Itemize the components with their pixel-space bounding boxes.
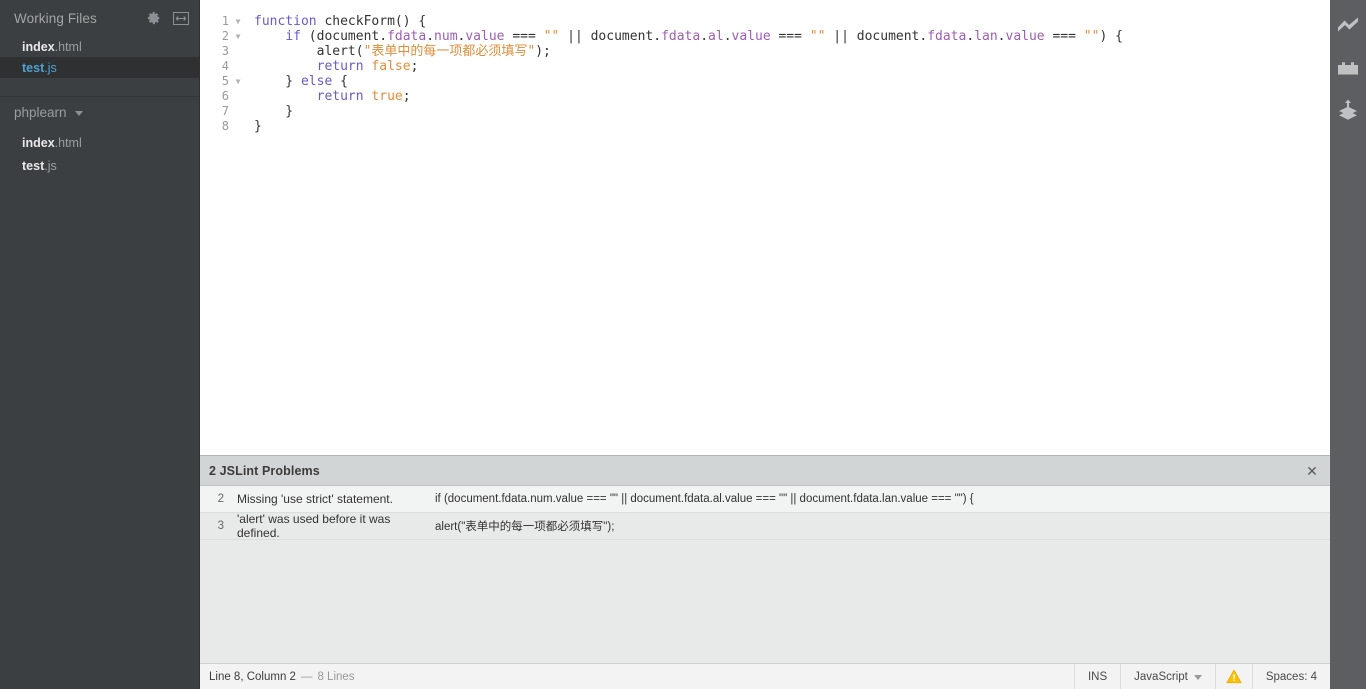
code-text: return true; xyxy=(316,89,411,104)
problem-source-snippet: if (document.fdata.num.value === "" || d… xyxy=(435,493,974,505)
right-toolbar xyxy=(1330,0,1366,689)
language-label: JavaScript xyxy=(1134,670,1188,683)
line-number: 5 ▼ xyxy=(200,74,246,89)
working-file-test-js[interactable]: test .js xyxy=(0,57,199,78)
deploy-upload-icon[interactable] xyxy=(1335,96,1361,122)
code-text: } xyxy=(254,104,294,119)
line-number: 8▼ xyxy=(200,119,246,134)
jslint-title: 2 JSLint Problems xyxy=(209,463,320,478)
line-number: 4▼ xyxy=(200,59,246,74)
code-fold-placeholder: ▼ xyxy=(232,63,244,71)
code-fold-arrow-icon[interactable]: ▼ xyxy=(232,17,244,26)
code-fold-placeholder: ▼ xyxy=(232,108,244,116)
code-line[interactable]: 3▼ alert("表单中的每一项都必须填写"); xyxy=(200,44,1330,59)
problem-line-number: 3 xyxy=(217,520,224,532)
line-number: 2 ▼ xyxy=(200,29,246,44)
code-fold-placeholder: ▼ xyxy=(232,123,244,131)
code-fold-placeholder: ▼ xyxy=(232,93,244,101)
code-text: return false; xyxy=(316,59,419,74)
code-line[interactable]: 8▼} xyxy=(200,119,1330,134)
code-text: if (document.fdata.num.value === "" || d… xyxy=(285,29,1123,44)
language-selector[interactable]: JavaScript xyxy=(1120,663,1215,689)
file-extension: .html xyxy=(54,135,82,150)
insert-mode-label: INS xyxy=(1087,670,1108,683)
project-root-header[interactable]: phplearn xyxy=(0,97,199,127)
code-text: function checkForm() { xyxy=(254,14,427,29)
live-preview-icon[interactable] xyxy=(1335,12,1361,38)
problem-message: 'alert' was used before it was defined. xyxy=(237,512,391,540)
tree-item-index-html[interactable]: index .html xyxy=(0,131,199,154)
line-number: 1 ▼ xyxy=(200,14,246,29)
status-dash: — xyxy=(300,670,313,683)
split-view-icon[interactable] xyxy=(173,10,189,26)
jslint-panel: 2 JSLint Problems ✕ 2 Missing 'use strict… xyxy=(200,455,1330,663)
code-fold-arrow-icon[interactable]: ▼ xyxy=(232,32,244,41)
indent-setting[interactable]: Spaces: 4 xyxy=(1251,663,1330,689)
code-line[interactable]: 6▼ return true; xyxy=(200,89,1330,104)
gear-icon[interactable] xyxy=(146,10,162,26)
warning-indicator[interactable] xyxy=(1214,663,1252,689)
indent-label: Spaces: 4 xyxy=(1265,670,1317,683)
brackets-editor-window: Working Files index .html test .js phple… xyxy=(0,0,1366,689)
project-name: phplearn xyxy=(14,104,67,120)
file-extension: .js xyxy=(44,158,57,173)
problem-source-snippet: alert("表单中的每一项都必须填写"); xyxy=(435,521,615,533)
jslint-problem-row[interactable]: 3 'alert' was used before it was defined.… xyxy=(200,512,1330,540)
code-line[interactable]: 7▼ } xyxy=(200,104,1330,119)
working-files-list: index .html test .js xyxy=(0,36,199,78)
code-text: } xyxy=(254,119,262,134)
insert-mode-toggle[interactable]: INS xyxy=(1073,663,1120,689)
tree-item-test-js[interactable]: test .js xyxy=(0,154,199,177)
cursor-position: Line 8, Column 2 xyxy=(209,670,296,683)
code-fold-placeholder: ▼ xyxy=(232,48,244,56)
working-files-spacer xyxy=(0,78,199,96)
status-cursor-group: Line 8, Column 2 — 8 Lines xyxy=(200,671,355,683)
jslint-toolbar: 2 JSLint Problems ✕ xyxy=(200,456,1330,486)
code-editor[interactable]: 1 ▼ function checkForm() {2 ▼ if (document.… xyxy=(200,0,1330,455)
sidebar: Working Files index .html test .js phple… xyxy=(0,0,200,689)
code-fold-arrow-icon[interactable]: ▼ xyxy=(232,77,244,86)
code-line[interactable]: 5 ▼ } else { xyxy=(200,74,1330,89)
problem-message: Missing 'use strict' statement. xyxy=(237,492,393,506)
status-bar: Line 8, Column 2 — 8 Lines INS JavaScrip… xyxy=(200,663,1330,689)
chevron-down-icon xyxy=(74,110,83,116)
problem-line-number: 2 xyxy=(217,493,224,505)
extension-manager-icon[interactable] xyxy=(1335,54,1361,80)
file-basename: index xyxy=(22,39,55,54)
file-basename: test xyxy=(22,158,45,173)
jslint-problem-list: 2 Missing 'use strict' statement. if (docu… xyxy=(200,486,1330,663)
file-extension: .js xyxy=(44,60,57,75)
warning-triangle-icon xyxy=(1226,669,1242,684)
line-count: 8 Lines xyxy=(317,670,355,683)
file-extension: .html xyxy=(54,39,82,54)
code-lines[interactable]: 1 ▼ function checkForm() {2 ▼ if (document.… xyxy=(200,0,1330,134)
code-text: } else { xyxy=(254,74,348,89)
code-text: alert("表单中的每一项都必须填写"); xyxy=(254,44,551,59)
project-file-tree: index .html test .js xyxy=(0,127,199,177)
working-files-title: Working Files xyxy=(14,10,97,26)
code-line[interactable]: 4▼ return false; xyxy=(200,59,1330,74)
line-number: 6▼ xyxy=(200,89,246,104)
sidebar-header-icons xyxy=(146,10,189,26)
file-basename: index xyxy=(22,135,55,150)
code-line[interactable]: 2 ▼ if (document.fdata.num.value === "" |… xyxy=(200,29,1330,44)
code-line[interactable]: 1 ▼ function checkForm() { xyxy=(200,14,1330,29)
close-icon[interactable]: ✕ xyxy=(1304,463,1320,479)
file-basename: test xyxy=(22,60,45,75)
line-number: 3▼ xyxy=(200,44,246,59)
working-files-header: Working Files xyxy=(0,0,199,36)
jslint-problem-row[interactable]: 2 Missing 'use strict' statement. if (docu… xyxy=(200,486,1330,513)
main-area: 1 ▼ function checkForm() {2 ▼ if (document.… xyxy=(200,0,1330,689)
line-number: 7▼ xyxy=(200,104,246,119)
working-file-index-html[interactable]: index .html xyxy=(0,36,199,57)
chevron-down-icon xyxy=(1193,675,1202,680)
